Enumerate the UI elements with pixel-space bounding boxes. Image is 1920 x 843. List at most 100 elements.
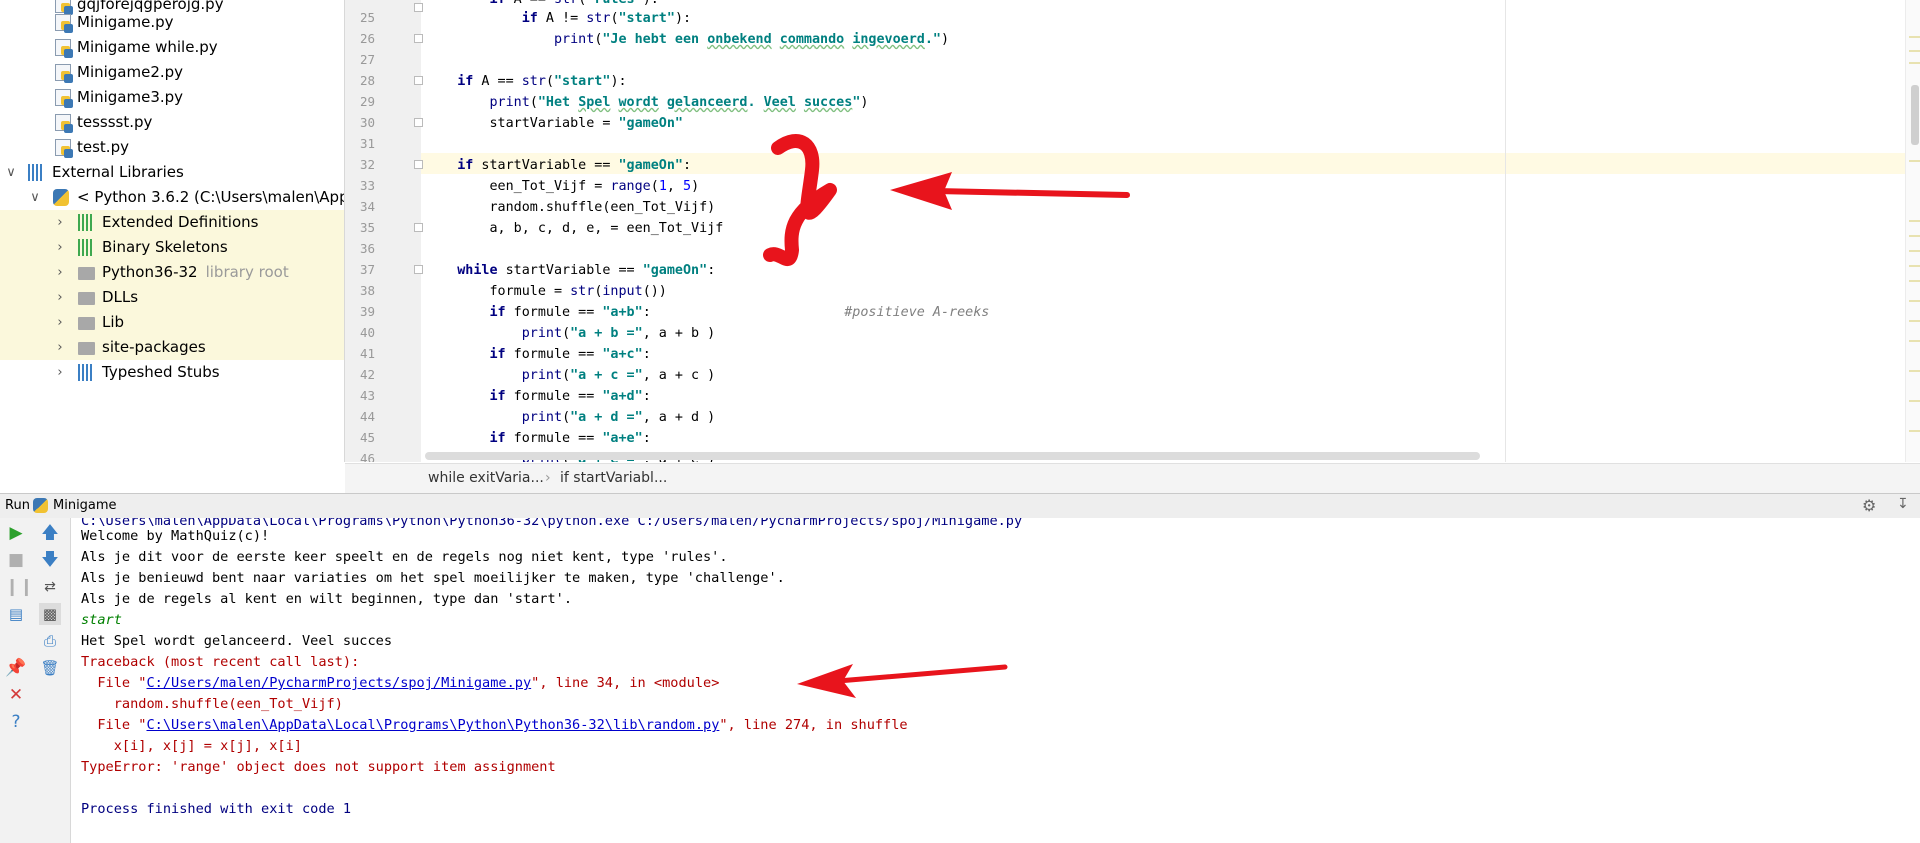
chevron-right-icon[interactable]: ›: [53, 360, 67, 385]
rerun-icon[interactable]: ▶: [5, 522, 27, 544]
scroll-to-end-icon[interactable]: ▩: [39, 603, 61, 625]
fold-marker-icon[interactable]: [414, 3, 423, 12]
code-line: random.shuffle(een_Tot_Vijf): [425, 200, 716, 215]
tree-item-folder[interactable]: › Lib: [0, 310, 344, 335]
tree-item-library[interactable]: › Typeshed Stubs: [0, 360, 344, 385]
code-line: if startVariable == "gameOn":: [457, 158, 692, 173]
trash-icon[interactable]: 🗑: [39, 657, 61, 679]
tree-item-file[interactable]: Minigame.py: [0, 10, 344, 35]
tree-item-library[interactable]: › Binary Skeletons: [0, 235, 344, 260]
arrow-up-icon[interactable]: 🡅: [39, 522, 61, 544]
chevron-right-icon[interactable]: ›: [53, 235, 67, 260]
stripe-marker[interactable]: [1909, 430, 1920, 432]
breadcrumb-item[interactable]: while exitVaria...: [428, 470, 544, 486]
code-line: print("a + c =", a + c ): [521, 368, 716, 383]
tree-item-file[interactable]: Minigame while.py: [0, 35, 344, 60]
python-file-icon: [55, 114, 73, 133]
code-line: if formule == "a+e":: [489, 431, 651, 446]
fold-marker-icon[interactable]: [414, 265, 423, 274]
code-line: print("a + d =", a + d ): [521, 410, 716, 425]
stripe-marker[interactable]: [1909, 36, 1920, 38]
pin-icon[interactable]: 📌: [5, 657, 27, 679]
stripe-marker[interactable]: [1909, 235, 1920, 237]
console-output[interactable]: C:\Users\malen\AppData\Local\Programs\Py…: [71, 518, 1920, 843]
chevron-right-icon[interactable]: ›: [53, 335, 67, 360]
gear-icon[interactable]: ⚙: [1862, 496, 1876, 515]
stripe-marker[interactable]: [1909, 340, 1920, 342]
run-config-name[interactable]: Minigame: [53, 498, 117, 513]
help-icon[interactable]: ?: [5, 711, 27, 733]
tree-item-file[interactable]: test.py: [0, 135, 344, 160]
stripe-marker[interactable]: [1909, 250, 1920, 252]
chevron-right-icon[interactable]: ›: [53, 310, 67, 335]
code-editor[interactable]: 25 26 27 28 29 30 31 32 33 34 35 36 37 3…: [345, 0, 1920, 462]
console-line: Als je de regels al kent en wilt beginne…: [81, 591, 573, 607]
stripe-marker[interactable]: [1909, 400, 1920, 402]
library-icon: [78, 214, 94, 231]
chevron-right-icon[interactable]: ›: [53, 285, 67, 310]
tree-item-library[interactable]: › Extended Definitions: [0, 210, 344, 235]
tree-item-python-sdk[interactable]: ∨ < Python 3.6.2 (C:\Users\malen\AppData: [0, 185, 344, 210]
file-link[interactable]: C:\Users\malen\AppData\Local\Programs\Py…: [146, 717, 719, 733]
code-line: print("Het Spel wordt gelanceerd. Veel s…: [489, 95, 869, 110]
horizontal-scrollbar[interactable]: [425, 452, 1480, 460]
tree-item-external-libraries[interactable]: ∨ External Libraries: [0, 160, 344, 185]
stripe-marker[interactable]: [1909, 300, 1920, 302]
tree-item-file[interactable]: Minigame3.py: [0, 85, 344, 110]
tree-item-folder[interactable]: › site-packages: [0, 335, 344, 360]
file-link[interactable]: C:/Users/malen/PycharmProjects/spoj/Mini…: [146, 675, 531, 691]
pause-icon[interactable]: ❙❙: [5, 576, 34, 598]
code-line: if A == str("start"):: [457, 74, 627, 89]
print-icon[interactable]: ⎙: [39, 630, 61, 652]
fold-marker-icon[interactable]: [414, 223, 423, 232]
tree-item-folder[interactable]: › Python36-32 library root: [0, 260, 344, 285]
run-tool-header: Run Minigame ⚙ ↧: [0, 493, 1920, 519]
code-line: if formule == "a+d":: [489, 389, 651, 404]
stripe-marker[interactable]: [1909, 320, 1920, 322]
stripe-marker[interactable]: [1909, 160, 1920, 162]
console-line: Welcome by MathQuiz(c)!: [81, 528, 270, 544]
stripe-marker[interactable]: [1909, 280, 1920, 282]
breadcrumb-item[interactable]: if startVariabl...: [560, 470, 667, 486]
breadcrumb: while exitVaria... › if startVariabl...: [345, 463, 1920, 494]
chevron-right-icon[interactable]: ›: [53, 210, 67, 235]
project-tree: gqjforejqgperojg.py Minigame.py Minigame…: [0, 0, 345, 462]
soft-wrap-icon[interactable]: ⇄: [39, 576, 61, 598]
tree-item-file[interactable]: Minigame2.py: [0, 60, 344, 85]
chevron-down-icon[interactable]: ∨: [4, 160, 18, 185]
exit-message: Process finished with exit code 1: [81, 801, 352, 817]
fold-marker-icon[interactable]: [414, 160, 423, 169]
code-line: if A != str("start"):: [521, 11, 692, 26]
close-icon[interactable]: ✕: [5, 684, 27, 706]
layout-icon[interactable]: ▤: [5, 603, 27, 625]
code-line: while startVariable == "gameOn":: [457, 263, 716, 278]
stripe-marker[interactable]: [1909, 265, 1920, 267]
right-margin-guide: [1505, 0, 1506, 462]
line-number-gutter: 25 26 27 28 29 30 31 32 33 34 35 36 37 3…: [345, 0, 423, 462]
error-stripe[interactable]: [1905, 0, 1920, 462]
chevron-down-icon[interactable]: ∨: [28, 185, 42, 210]
stripe-marker[interactable]: [1909, 62, 1920, 64]
vertical-scrollbar-thumb[interactable]: [1911, 85, 1919, 145]
fold-marker-icon[interactable]: [414, 118, 423, 127]
stop-icon[interactable]: ■: [5, 549, 27, 571]
chevron-right-icon[interactable]: ›: [53, 260, 67, 285]
breadcrumb-separator: ›: [545, 470, 551, 486]
console-line: Als je dit voor de eerste keer speelt en…: [81, 549, 728, 565]
stripe-marker[interactable]: [1909, 220, 1920, 222]
code-line: startVariable = "gameOn": [425, 116, 683, 131]
arrow-down-icon[interactable]: 🡇: [39, 549, 61, 571]
python-file-icon: [55, 39, 73, 58]
run-label[interactable]: Run: [5, 498, 30, 513]
code-line: if formule == "a+b": #positieve A-reeks: [489, 305, 990, 320]
hide-panel-icon[interactable]: ↧: [1897, 496, 1909, 512]
stripe-marker[interactable]: [1909, 370, 1920, 372]
tree-item-file[interactable]: tesssst.py: [0, 110, 344, 135]
stripe-marker[interactable]: [1909, 50, 1920, 52]
fold-marker-icon[interactable]: [414, 34, 423, 43]
code-line: formule = str(input()): [425, 284, 667, 299]
python-icon: [33, 498, 48, 513]
folder-icon: [78, 342, 95, 355]
fold-marker-icon[interactable]: [414, 76, 423, 85]
tree-item-folder[interactable]: › DLLs: [0, 285, 344, 310]
